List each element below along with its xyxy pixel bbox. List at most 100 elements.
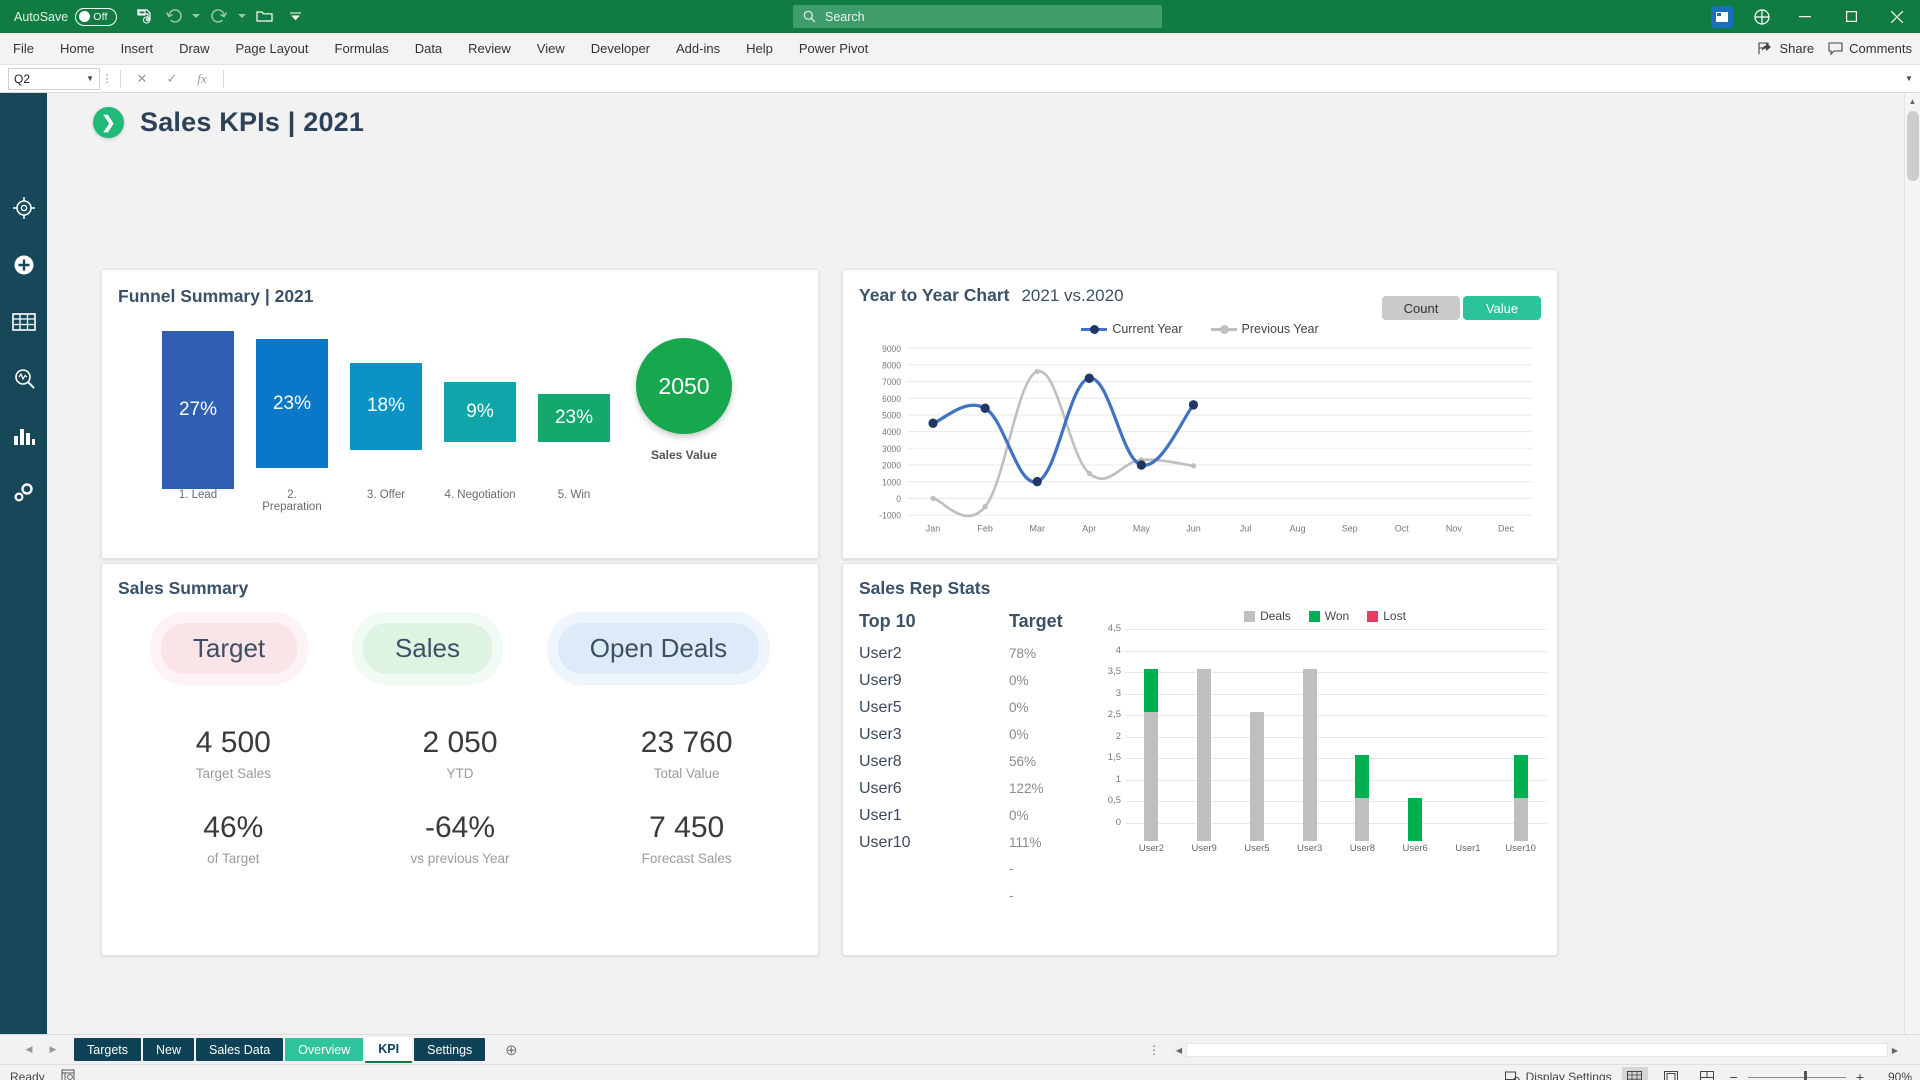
- undo-icon[interactable]: [159, 4, 187, 30]
- account-avatar[interactable]: [1702, 0, 1742, 33]
- dashboard-header: ❯ Sales KPIs | 2021: [47, 93, 1904, 146]
- zoom-level[interactable]: 90%: [1874, 1070, 1912, 1080]
- normal-view-icon[interactable]: [1621, 1067, 1648, 1080]
- gridline: [1125, 736, 1547, 738]
- title-bar: AutoSave Off Sales Tracking Spreadsheet.: [0, 0, 1920, 33]
- value-toggle-button[interactable]: Value: [1463, 296, 1541, 320]
- worksheet-canvas[interactable]: ❯ Sales KPIs | 2021 Funnel Summary | 202…: [47, 93, 1920, 1034]
- ribbon-tab-add-ins[interactable]: Add-ins: [663, 33, 733, 65]
- settings-gears-icon[interactable]: [9, 478, 39, 508]
- ribbon-tab-developer[interactable]: Developer: [578, 33, 663, 65]
- kpi-label: Forecast Sales: [641, 851, 732, 866]
- cancel-icon[interactable]: ✕: [127, 68, 157, 90]
- page-break-preview-icon[interactable]: [1694, 1067, 1720, 1080]
- ribbon-tab-help[interactable]: Help: [733, 33, 786, 65]
- scroll-right-icon[interactable]: ▶: [1888, 1046, 1902, 1055]
- tab-overflow-icon[interactable]: ⋮: [1148, 1043, 1160, 1057]
- autosave-control[interactable]: AutoSave Off: [0, 7, 118, 26]
- sheet-tab-new[interactable]: New: [143, 1038, 195, 1061]
- open-folder-icon[interactable]: [251, 4, 279, 30]
- name-box[interactable]: Q2 ▼: [8, 67, 100, 90]
- close-button[interactable]: [1874, 0, 1920, 33]
- reps-bar-chart[interactable]: Deals Won Lost 0 0,5 1 1,5 2 2,5 3 3,5 4 4,5 User2 U…: [1093, 599, 1557, 915]
- prev-sheet-icon[interactable]: ◀: [18, 1039, 40, 1061]
- funnel-chart[interactable]: 27% 23% 18% 9% 23%: [162, 329, 632, 489]
- accessibility-icon[interactable]: [61, 1069, 75, 1080]
- zoom-in-button[interactable]: +: [1856, 1069, 1864, 1080]
- ribbon-tab-insert[interactable]: Insert: [108, 33, 167, 65]
- page-layout-view-icon[interactable]: [1658, 1067, 1684, 1080]
- ribbon-tab-home[interactable]: Home: [47, 33, 108, 65]
- enter-icon[interactable]: ✓: [157, 68, 187, 90]
- ribbon-display-options-icon[interactable]: [1742, 0, 1782, 33]
- search-data-icon[interactable]: [9, 364, 39, 394]
- ribbon-tab-view[interactable]: View: [524, 33, 578, 65]
- undo-dropdown-icon[interactable]: [189, 4, 203, 30]
- ribbon-tab-draw[interactable]: Draw: [166, 33, 222, 65]
- sheet-tab-kpi[interactable]: KPI: [365, 1036, 413, 1063]
- scroll-left-icon[interactable]: ◀: [1172, 1046, 1186, 1055]
- expand-formula-bar-icon[interactable]: ▼: [1901, 68, 1917, 90]
- formula-input[interactable]: [230, 67, 1901, 90]
- bar-segment: [1513, 754, 1528, 798]
- legend-label: Previous Year: [1241, 322, 1319, 336]
- table-icon[interactable]: [9, 307, 39, 337]
- yoy-line-chart[interactable]: -1000 0 1000 2000 3000 4000 5000 6000 7000 8000 90…: [857, 342, 1547, 548]
- minimize-button[interactable]: [1782, 0, 1828, 33]
- count-toggle-button[interactable]: Count: [1382, 296, 1460, 320]
- share-button[interactable]: Share: [1758, 41, 1814, 56]
- summary-pill[interactable]: Open Deals: [557, 623, 760, 674]
- sheet-tab-overview[interactable]: Overview: [285, 1038, 364, 1061]
- formula-bar: Q2 ▼ ⋮ ✕ ✓ fx ▼: [0, 65, 1920, 93]
- redo-icon[interactable]: [205, 4, 233, 30]
- ribbon-tab-data[interactable]: Data: [402, 33, 455, 65]
- horizontal-scroll-track[interactable]: [1186, 1043, 1888, 1057]
- name-box-caret-icon[interactable]: ▼: [86, 74, 94, 83]
- display-settings-button[interactable]: Display Settings: [1504, 1070, 1612, 1080]
- insert-function-icon[interactable]: fx: [187, 68, 217, 90]
- sheet-tab-sales-data[interactable]: Sales Data: [196, 1038, 284, 1061]
- bar-legend-item: Deals: [1244, 609, 1291, 623]
- summary-pill[interactable]: Target: [160, 623, 298, 674]
- kpi-label: of Target: [207, 851, 260, 866]
- x-tick-label: User6: [1402, 843, 1428, 854]
- legend-label: Deals: [1260, 609, 1291, 623]
- plus-icon[interactable]: [9, 250, 39, 280]
- sheet-tabs: Targets New Sales Data Overview KPI Settings: [74, 1035, 487, 1065]
- target-icon[interactable]: [9, 193, 39, 223]
- next-arrow-icon[interactable]: ❯: [93, 107, 124, 138]
- save-icon[interactable]: [129, 4, 157, 30]
- add-sheet-icon[interactable]: ⊕: [497, 1037, 525, 1063]
- zoom-slider[interactable]: [1747, 1067, 1846, 1080]
- vertical-scrollbar[interactable]: ▲: [1904, 93, 1920, 1034]
- ribbon-tab-file[interactable]: File: [0, 33, 47, 65]
- bar-legend-item: Lost: [1367, 609, 1406, 623]
- redo-dropdown-icon[interactable]: [235, 4, 249, 30]
- reps-card-title: Sales Rep Stats: [859, 578, 991, 598]
- ribbon-tab-formulas[interactable]: Formulas: [322, 33, 402, 65]
- ribbon-tab-power-pivot[interactable]: Power Pivot: [786, 33, 881, 65]
- ribbon-tab-review[interactable]: Review: [455, 33, 524, 65]
- bar-chart-icon[interactable]: [9, 421, 39, 451]
- comments-button[interactable]: Comments: [1828, 41, 1912, 56]
- summary-pill[interactable]: Sales: [362, 623, 492, 674]
- bar-segment: [1249, 711, 1264, 841]
- gridline: [1125, 650, 1547, 652]
- scroll-up-icon[interactable]: ▲: [1905, 93, 1920, 109]
- ribbon-tab-page-layout[interactable]: Page Layout: [223, 33, 322, 65]
- vertical-scroll-thumb[interactable]: [1907, 111, 1919, 181]
- bar-segment: [1302, 668, 1317, 841]
- zoom-out-button[interactable]: −: [1730, 1069, 1738, 1080]
- horizontal-scrollbar[interactable]: ◀ ▶: [1172, 1043, 1902, 1057]
- sheet-tab-settings[interactable]: Settings: [414, 1038, 486, 1061]
- sheet-tab-targets[interactable]: Targets: [74, 1038, 141, 1061]
- autosave-toggle[interactable]: Off: [75, 7, 118, 26]
- search-input[interactable]: Search: [793, 5, 1162, 28]
- kpi-label: Target Sales: [195, 766, 271, 781]
- maximize-button[interactable]: [1828, 0, 1874, 33]
- zoom-slider-knob[interactable]: [1803, 1070, 1807, 1080]
- legend-label: Current Year: [1112, 322, 1183, 336]
- summary-card-header: Sales Summary: [102, 564, 818, 599]
- customize-qat-icon[interactable]: [281, 4, 309, 30]
- next-sheet-icon[interactable]: ▶: [42, 1039, 64, 1061]
